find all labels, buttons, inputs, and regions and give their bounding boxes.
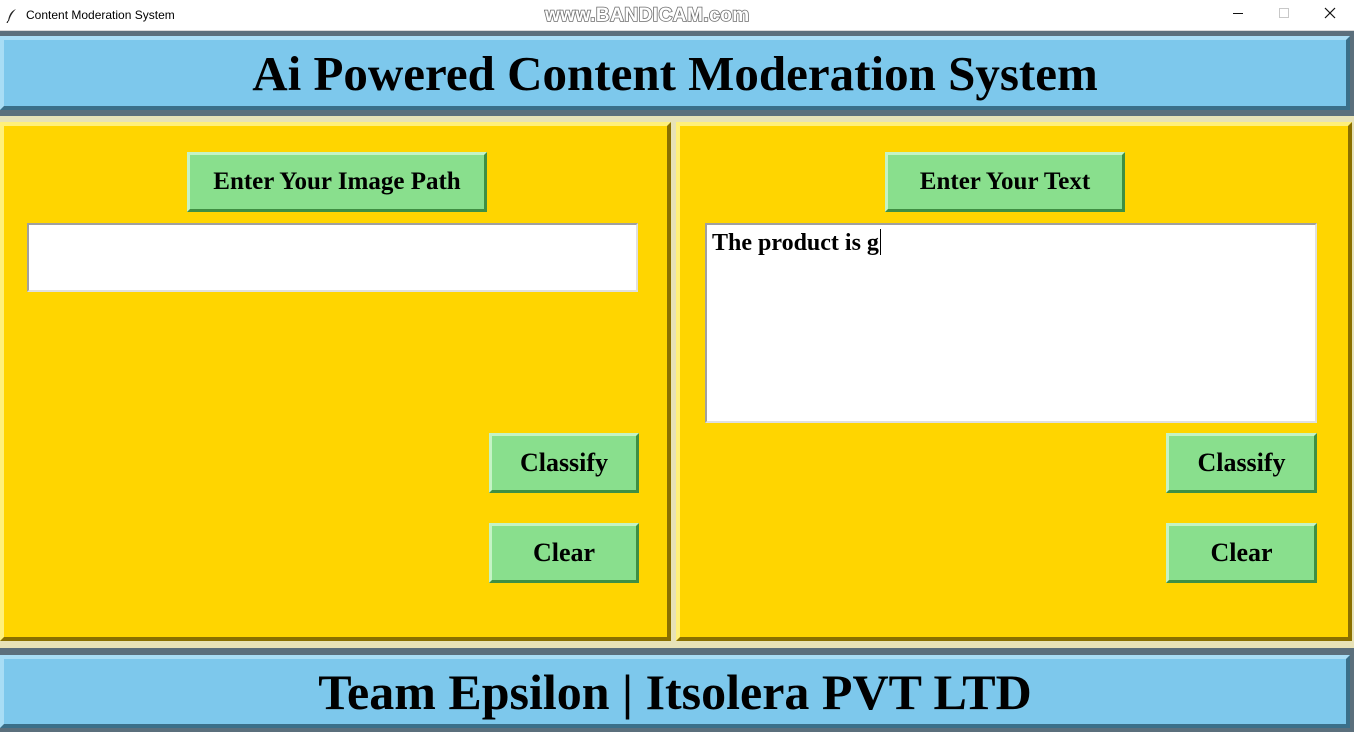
text-panel: Enter Your Text The product is g Classif…	[676, 122, 1352, 641]
text-input-value: The product is g	[712, 230, 879, 256]
page-title: Ai Powered Content Moderation System	[252, 45, 1098, 101]
text-clear-button[interactable]: Clear	[1166, 523, 1317, 583]
image-path-label: Enter Your Image Path	[187, 152, 487, 212]
footer-banner: Team Epsilon | Itsolera PVT LTD	[0, 655, 1350, 728]
image-clear-button[interactable]: Clear	[489, 523, 639, 583]
footer-credit: Team Epsilon | Itsolera PVT LTD	[318, 663, 1032, 720]
close-icon	[1324, 7, 1336, 23]
image-path-input[interactable]	[27, 223, 638, 292]
text-caret	[879, 229, 881, 255]
text-classify-button[interactable]: Classify	[1166, 433, 1317, 493]
image-classify-button[interactable]: Classify	[489, 433, 639, 493]
maximize-button[interactable]	[1261, 0, 1307, 30]
feather-icon	[6, 8, 18, 24]
minimize-button[interactable]	[1215, 0, 1261, 30]
recording-watermark: www.BANDICAM.com	[544, 4, 750, 27]
text-input-area[interactable]: The product is g	[705, 223, 1317, 423]
header-banner: Ai Powered Content Moderation System	[0, 36, 1350, 110]
text-label: Enter Your Text	[885, 152, 1125, 212]
close-button[interactable]	[1307, 0, 1353, 30]
image-panel: Enter Your Image Path Classify Clear	[0, 122, 671, 641]
minimize-icon	[1232, 7, 1244, 23]
maximize-icon	[1278, 7, 1290, 23]
window-title: Content Moderation System	[26, 8, 175, 22]
window-title-bar[interactable]: Content Moderation System www.BANDICAM.c…	[0, 0, 1354, 31]
